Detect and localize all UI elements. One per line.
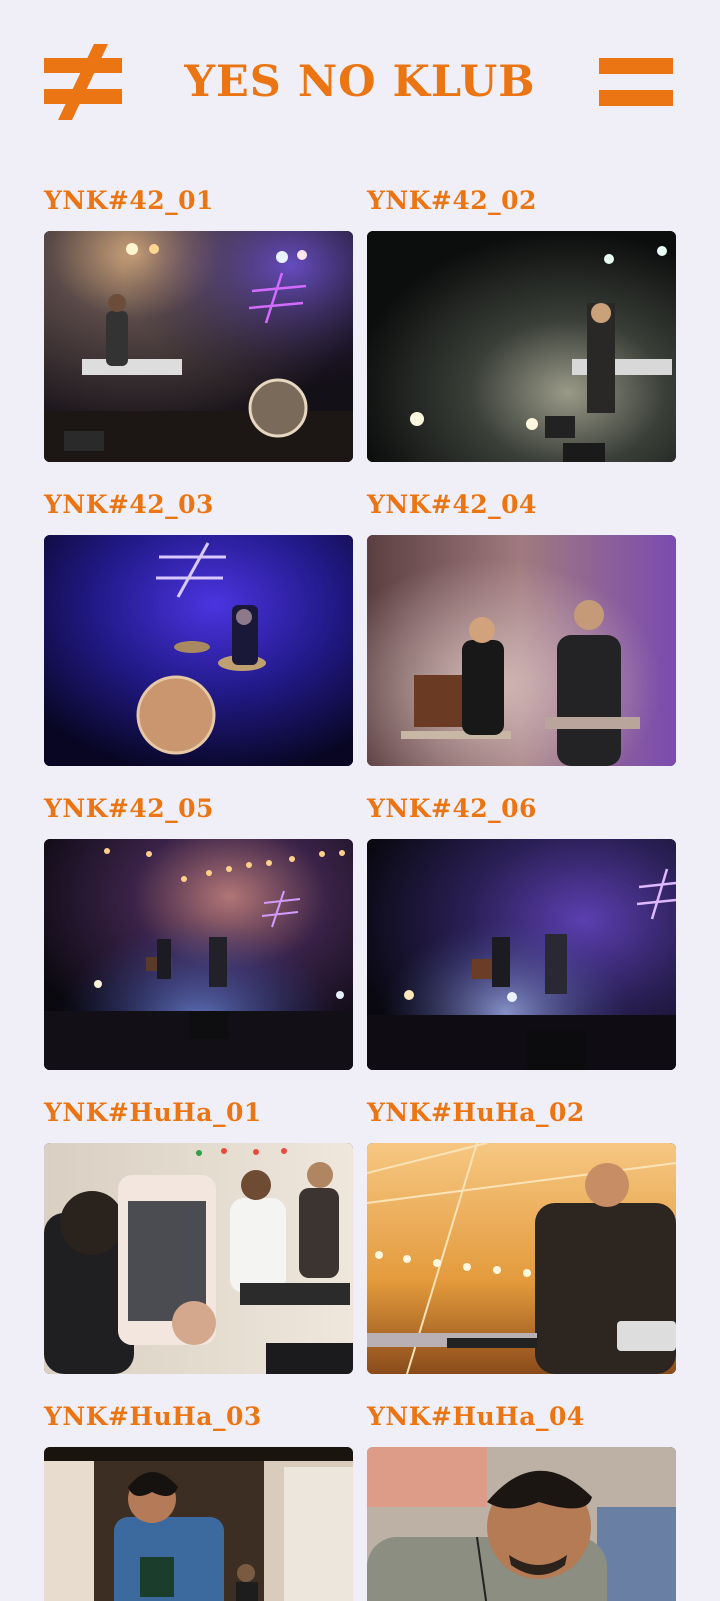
concert-photo	[367, 535, 676, 766]
gallery-card-title[interactable]: YNK#HuHa_01	[44, 1098, 353, 1128]
gallery-card[interactable]: YNK#HuHa_03	[44, 1402, 353, 1601]
gallery-photo[interactable]	[44, 1447, 353, 1601]
gallery-photo[interactable]	[44, 231, 353, 462]
equals-menu-icon	[599, 58, 673, 74]
menu-button[interactable]	[599, 58, 673, 106]
gallery-photo[interactable]	[367, 839, 676, 1070]
event-photo	[44, 1447, 353, 1601]
page: YES NO KLUB YNK#42_01 YNK#42_02 YNK#42_0…	[0, 0, 720, 1601]
gallery-card-title[interactable]: YNK#HuHa_03	[44, 1402, 353, 1432]
gallery-card-title[interactable]: YNK#42_05	[44, 794, 353, 824]
gallery-photo[interactable]	[44, 535, 353, 766]
gallery-card[interactable]: YNK#HuHa_02	[367, 1098, 676, 1374]
gallery-card[interactable]: YNK#42_01	[44, 186, 353, 462]
gallery-card-title[interactable]: YNK#42_06	[367, 794, 676, 824]
concert-photo	[44, 231, 353, 462]
gallery-card[interactable]: YNK#HuHa_04	[367, 1402, 676, 1601]
gallery-photo[interactable]	[367, 231, 676, 462]
gallery-photo[interactable]	[44, 1143, 353, 1374]
not-equal-icon	[44, 44, 122, 120]
gallery-card[interactable]: YNK#42_03	[44, 490, 353, 766]
gallery-card-title[interactable]: YNK#42_03	[44, 490, 353, 520]
event-photo	[367, 1447, 676, 1601]
gallery-card[interactable]: YNK#HuHa_01	[44, 1098, 353, 1374]
event-photo	[367, 1143, 676, 1374]
gallery-card-title[interactable]: YNK#HuHa_02	[367, 1098, 676, 1128]
event-photo	[44, 1143, 353, 1374]
concert-photo	[44, 535, 353, 766]
gallery-card[interactable]: YNK#42_04	[367, 490, 676, 766]
concert-photo	[367, 231, 676, 462]
concert-photo	[367, 839, 676, 1070]
gallery-photo[interactable]	[367, 1447, 676, 1601]
site-title: YES NO KLUB	[184, 57, 536, 107]
gallery-photo[interactable]	[367, 535, 676, 766]
concert-photo	[44, 839, 353, 1070]
gallery-photo[interactable]	[44, 839, 353, 1070]
gallery-card[interactable]: YNK#42_05	[44, 794, 353, 1070]
gallery-photo[interactable]	[367, 1143, 676, 1374]
logo-link[interactable]	[44, 44, 122, 120]
gallery-card[interactable]: YNK#42_02	[367, 186, 676, 462]
gallery-card-title[interactable]: YNK#HuHa_04	[367, 1402, 676, 1432]
site-header: YES NO KLUB	[0, 0, 720, 160]
gallery-card-title[interactable]: YNK#42_04	[367, 490, 676, 520]
gallery-card-title[interactable]: YNK#42_02	[367, 186, 676, 216]
gallery-card-title[interactable]: YNK#42_01	[44, 186, 353, 216]
gallery-card[interactable]: YNK#42_06	[367, 794, 676, 1070]
